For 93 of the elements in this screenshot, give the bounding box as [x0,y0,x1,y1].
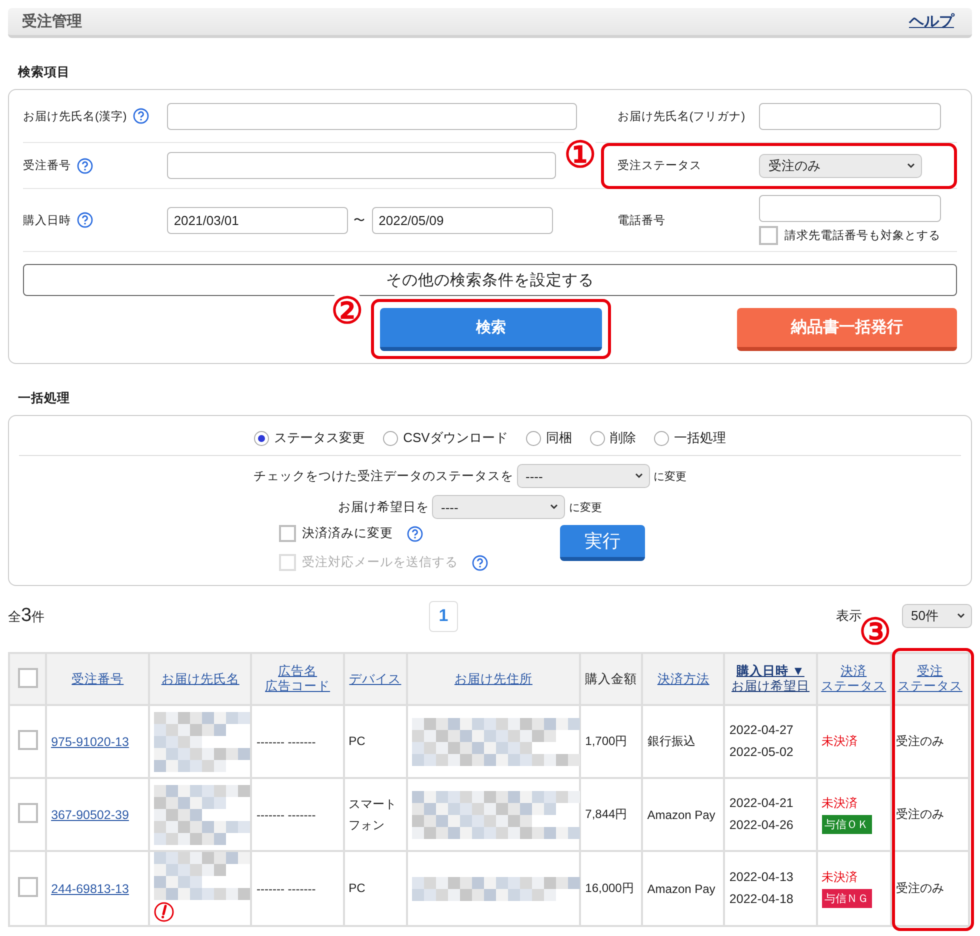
table-cell: 1,700円 [580,705,642,778]
radio-label: ステータス変更 [274,429,366,447]
column-title: 購入金額 [584,672,638,686]
field-suffix: に変更 [654,470,686,484]
input-field[interactable] [166,152,556,179]
page-button[interactable]: 1 [429,600,458,632]
field-label: 受注ステータス [617,158,702,173]
help-icon[interactable] [132,108,149,124]
radio-button[interactable] [654,430,669,446]
order-number-link[interactable]: 244-69813-13 [51,882,129,896]
per-page-select[interactable]: 50件 [902,604,972,628]
table-cell-text: 2022-04-18 [729,890,794,908]
more-conditions-button[interactable]: その他の検索条件を設定する [23,264,957,296]
date-from-field[interactable]: 2021/03/01 [166,206,348,234]
table-cell: スマートフォン [344,778,407,851]
status-select[interactable]: 受注のみ [759,154,922,178]
field-label: 電話番号 [617,214,666,228]
warning-icon [154,902,174,922]
page-title: 受注管理 [22,12,82,31]
field-label: お届け先氏名(フリガナ) [617,110,746,124]
table-cell: PC [344,851,407,926]
payment-status: 未決済 [822,733,859,750]
order-number-link[interactable]: 367-90502-39 [51,808,129,822]
table-cell: ------- ------- [251,778,344,851]
field-label: お届け先氏名(漢字) [23,109,127,124]
checkbox[interactable] [279,525,296,542]
search-button[interactable]: 検索 [380,308,602,350]
table-cell: ------- ------- [251,705,344,778]
help-icon[interactable] [472,554,488,570]
table-cell: 16,000円 [580,851,642,926]
radio-button[interactable] [590,430,605,446]
caret-icon [907,162,916,168]
help-icon[interactable] [77,158,93,174]
table-cell-text: 2022-04-27 [729,722,794,740]
field-label: 購入日時 [23,214,71,228]
sort-link[interactable]: 決済方法 [645,672,722,686]
table-cell: Amazon Pay [642,851,724,926]
select-all-checkbox[interactable] [18,668,38,688]
sort-link[interactable]: デバイス [346,672,404,686]
table-cell: PC [344,705,407,778]
radio-label: 同梱 [546,429,572,447]
sort-link[interactable]: 決済 ステータス [820,664,888,694]
radio-button[interactable] [526,430,541,446]
range-separator: 〜 [354,214,366,228]
field-suffix: に変更 [569,500,602,514]
row-checkbox[interactable] [18,803,38,823]
checkbox-label: 請求先電話番号も対象とする [784,228,940,243]
radio-button[interactable] [383,430,398,446]
payment-status: 未決済 [822,869,859,886]
payment-status: 未決済 [822,795,859,812]
radio-label: CSVダウンロード [403,429,508,447]
help-link[interactable]: ヘルプ [909,12,954,31]
table-cell-text: 2022-04-13 [729,869,794,886]
credit-badge: 与信ＯＫ [822,815,872,834]
table-cell: Amazon Pay [642,778,724,851]
table-cell-text: 2022-04-26 [729,816,794,834]
table-cell-text: 2022-04-21 [729,795,794,812]
radio-label: 一括処理 [674,429,726,447]
field-label: 受注番号 [23,158,71,173]
status-select[interactable]: ---- [516,464,650,488]
row-checkbox[interactable] [18,730,38,750]
checkbox-label: 決済済みに変更 [302,525,393,542]
input-field[interactable] [166,102,578,130]
table-cell: 7,844円 [580,778,642,851]
order-number-link[interactable]: 975-91020-13 [51,734,129,748]
caret-icon [957,613,965,619]
caret-icon [634,473,642,479]
sort-link[interactable]: 受注 ステータス [894,664,966,694]
radio-label: 削除 [610,429,636,447]
table-cell-text: 2022-05-02 [729,744,794,760]
checkbox[interactable] [759,226,778,245]
sort-link[interactable]: 広告名 広告コード [254,664,341,694]
table-cell: ------- ------- [251,851,344,926]
field-label: チェックをつけた受注データのステータスを [254,468,514,484]
checkbox-label: 受注対応メールを送信する [302,554,458,571]
table-cell: 銀行振込 [642,705,724,778]
credit-badge: 与信ＮＧ [822,889,872,908]
date-to-field[interactable]: 2022/05/09 [372,206,554,234]
row-checkbox[interactable] [18,877,38,897]
total-count: 全3件 [8,605,46,627]
help-icon[interactable] [77,212,93,228]
sort-link[interactable]: 受注番号 [49,672,146,686]
input-field[interactable] [759,195,942,222]
table-cell: 受注のみ [890,851,969,926]
run-button[interactable]: 実行 [560,525,645,561]
caret-icon [550,504,558,510]
help-icon[interactable] [407,526,423,542]
field-label: お届け希望日を [338,498,429,516]
section-title: 一括処理 [18,390,71,407]
section-title: 検索項目 [18,64,71,81]
date-select[interactable]: ---- [432,495,565,519]
radio-button[interactable] [254,430,270,446]
input-field[interactable] [759,102,942,130]
